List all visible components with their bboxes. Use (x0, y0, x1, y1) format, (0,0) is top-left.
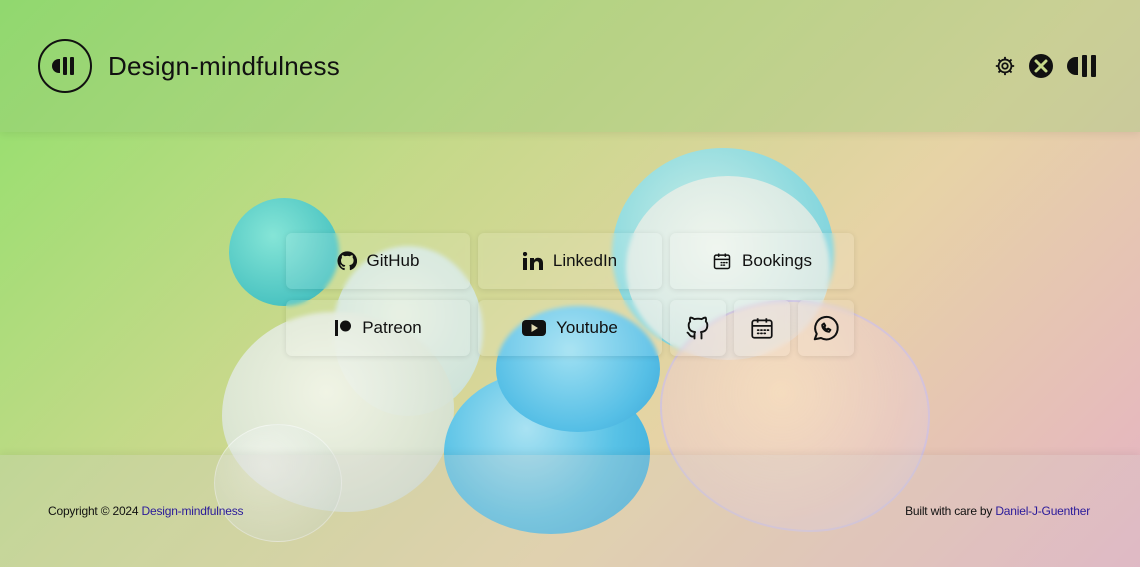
built-by-text: Built with care by (905, 504, 993, 518)
calendar-icon (713, 253, 731, 270)
linkedin-link[interactable]: LinkedIn (478, 233, 662, 289)
settings-icon[interactable] (994, 55, 1016, 77)
copyright: Copyright © 2024 Design-mindfulness (48, 504, 243, 518)
github-label: GitHub (366, 251, 420, 270)
whatsapp-icon-link[interactable] (798, 300, 854, 356)
youtube-link[interactable]: Youtube (478, 300, 662, 356)
site-title[interactable]: Design-mindfulness (108, 51, 340, 82)
bookings-label: Bookings (742, 251, 812, 270)
youtube-icon (522, 320, 547, 336)
patreon-icon (335, 320, 352, 336)
github-icon-link[interactable] (670, 300, 726, 356)
x-close-icon[interactable] (1028, 53, 1054, 79)
patreon-label: Patreon (362, 318, 422, 337)
github-icon (337, 251, 357, 271)
copyright-link[interactable]: Design-mindfulness (142, 504, 244, 518)
built-by: Built with care by Daniel-J-Guenther (905, 504, 1090, 518)
header-icons (994, 53, 1100, 79)
github-link[interactable]: GitHub (286, 233, 470, 289)
whatsapp-icon (813, 315, 839, 341)
linkedin-label: LinkedIn (552, 251, 618, 270)
author-link[interactable]: Daniel-J-Guenther (995, 504, 1090, 518)
dm-logo-icon[interactable] (1066, 54, 1100, 78)
linkedin-icon (522, 252, 543, 270)
patreon-link[interactable]: Patreon (286, 300, 470, 356)
site-header: Design-mindfulness (0, 0, 1140, 132)
site-footer: Copyright © 2024 Design-mindfulness Buil… (0, 455, 1140, 567)
brand[interactable]: Design-mindfulness (38, 39, 340, 93)
brand-logo-icon[interactable] (38, 39, 92, 93)
youtube-label: Youtube (556, 318, 618, 337)
github-outline-icon (686, 316, 709, 340)
bookings-link[interactable]: Bookings (670, 233, 854, 289)
calendar-icon-link[interactable] (734, 300, 790, 356)
copyright-text: Copyright © 2024 (48, 504, 139, 518)
calendar-outline-icon (751, 318, 773, 339)
